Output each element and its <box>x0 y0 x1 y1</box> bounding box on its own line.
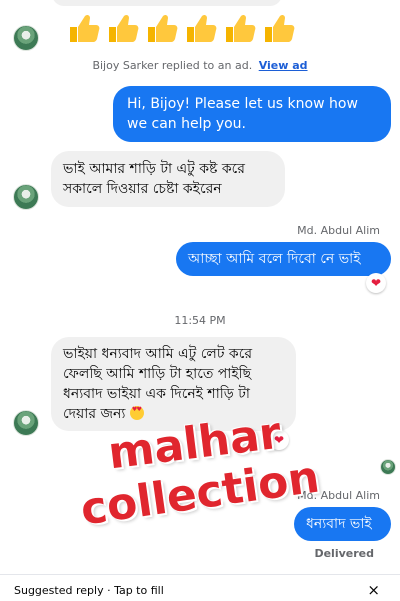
outgoing-message-reply-2[interactable]: ধন্যবাদ ভাই <box>294 507 391 541</box>
message-text: ধন্যবাদ ভাই <box>306 516 372 532</box>
heart-eyes-emoji-icon <box>129 406 144 420</box>
outgoing-message-reply-1[interactable]: আচ্ছা আমি বলে দিবো নে ভাই <box>176 242 391 276</box>
sender-name: Md. Abdul Alim <box>297 224 380 237</box>
thumbs-up-icon <box>265 14 295 42</box>
ad-reply-note: Bijoy Sarker replied to an ad. View ad <box>0 59 400 72</box>
ad-reply-text: Bijoy Sarker replied to an ad. <box>92 59 253 72</box>
avatar[interactable] <box>13 25 39 51</box>
incoming-message-1[interactable]: ভাই আমার শাড়ি টা এটু কষ্ট করে সকালে দিও… <box>51 151 285 207</box>
avatar[interactable] <box>13 410 39 436</box>
thumbs-up-icon <box>70 14 100 42</box>
avatar[interactable] <box>13 184 39 210</box>
outgoing-message-greeting[interactable]: Hi, Bijoy! Please let us know how we can… <box>113 86 391 142</box>
message-text: আচ্ছা আমি বলে দিবো নে ভাই <box>188 251 361 267</box>
close-icon[interactable]: × <box>367 581 380 599</box>
heart-icon[interactable]: ❤ <box>366 273 386 293</box>
message-text: দেয়ার জন্য <box>63 406 126 422</box>
suggested-reply-text[interactable]: Suggested reply · Tap to fill <box>14 584 164 597</box>
timestamp: 11:54 PM <box>174 314 226 327</box>
message-text-line: ধন্যবাদ ভাইয়া এক দিনেই শাড়ি টা <box>63 386 250 402</box>
thumbs-up-row <box>66 12 295 46</box>
thumbs-up-icon <box>226 14 256 42</box>
message-text: Hi, Bijoy! Please let us know how we can… <box>127 96 358 132</box>
message-text-line: ভাইয়া ধন্যবাদ আমি এটু লেট করে <box>63 346 253 362</box>
view-ad-link[interactable]: View ad <box>259 59 308 72</box>
seen-avatar <box>380 459 396 475</box>
previous-message-remnant <box>52 0 282 6</box>
thumbs-up-icon <box>148 14 178 42</box>
reaction-glyph: ❤ <box>370 276 382 290</box>
thumbs-up-icon <box>109 14 139 42</box>
message-text-line: ভাই আমার শাড়ি টা এটু কষ্ট করে <box>63 161 245 177</box>
message-text-line: সকালে দিওয়ার চেষ্টা কইরেন <box>63 181 222 197</box>
delivery-status: Delivered <box>314 547 374 560</box>
thumbs-up-icon <box>187 14 217 42</box>
message-text-line: ফেলছি আমি শাড়ি টা হাতে পাইছি <box>63 366 252 382</box>
